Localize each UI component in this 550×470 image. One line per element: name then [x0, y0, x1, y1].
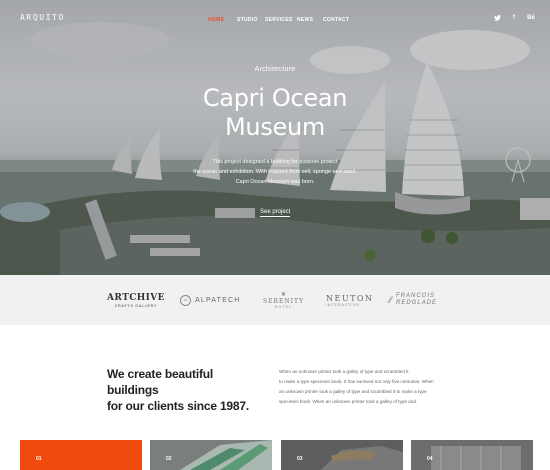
card-image	[150, 440, 272, 470]
about-text: When an unknown printer took a galley of…	[279, 367, 449, 407]
hero-description-line: the ocean and exhibition. With inspired …	[193, 169, 357, 175]
card-number: 02	[166, 456, 172, 462]
about-heading-line: We create beautiful buildings	[107, 367, 214, 397]
service-card-02[interactable]: 02	[150, 440, 272, 470]
about-text-line: specimen book. When an unknown printer t…	[279, 399, 418, 404]
card-number: 04	[427, 456, 433, 462]
about-text-line: to make a type specimen book. It has sur…	[279, 379, 434, 384]
hero-description-line: This project designed a building for pur…	[212, 159, 338, 165]
see-project-link[interactable]: See project	[260, 209, 291, 217]
hero-title: Capri Ocean Museum	[0, 84, 550, 142]
twitter-icon[interactable]	[493, 15, 501, 23]
client-logo-name: ALPATECH	[195, 296, 241, 304]
brand-logo[interactable]: ARQUITO	[20, 13, 65, 22]
client-logo-name: NEUTON	[326, 293, 374, 303]
nav-item-services[interactable]: SERVICES	[265, 17, 297, 23]
about-heading: We create beautiful buildings for our cl…	[107, 366, 267, 414]
nav-item-contact[interactable]: CONTACT	[323, 17, 353, 23]
client-logo-subtitle: INTERACTIVE	[326, 302, 361, 307]
client-logo-francois-redglade[interactable]: ⁄⁄ FRANCOIS REDGLADE	[389, 275, 437, 325]
hero-title-line: Museum	[225, 113, 325, 141]
service-card-03[interactable]: 03	[281, 440, 403, 470]
client-logo-name: FRANCOIS REDGLADE	[396, 293, 437, 307]
social-links: f Bē	[493, 15, 535, 23]
nav-item-news[interactable]: NEWS	[297, 17, 323, 23]
client-logo-name: SERENITY	[263, 297, 304, 305]
card-number: 01	[36, 456, 42, 462]
hero-description-line: Capri Ocean Museum was born.	[235, 179, 315, 185]
about-text-line: When an unknown printer took a galley of…	[279, 369, 409, 374]
client-logo-subtitle: CRAFTS GALLERY	[114, 303, 158, 308]
behance-icon[interactable]: Bē	[527, 15, 535, 23]
card-number: 03	[297, 456, 303, 462]
redglade-mark-icon: ⁄⁄	[389, 295, 393, 305]
nav-item-studio[interactable]: STUDIO	[237, 17, 265, 23]
client-logo-subtitle: HOTEL	[274, 304, 293, 309]
client-logo-serenity[interactable]: ❦ SERENITY HOTEL	[263, 275, 304, 325]
hero-description: This project designed a building for pur…	[175, 157, 375, 187]
client-logo-neuton[interactable]: NEUTON INTERACTIVE	[326, 275, 373, 325]
client-logo-alpatech[interactable]: AT ALPATECH	[180, 275, 241, 325]
nav-item-home[interactable]: HOME	[208, 17, 237, 23]
client-logo-name: ARTCHIVE	[107, 292, 165, 303]
about-text-line: an unknown printer took a galley of type…	[279, 389, 427, 394]
client-logo-name-line: FRANCOIS	[396, 293, 436, 299]
client-logo-name-line: REDGLADE	[396, 300, 438, 306]
card-image	[281, 440, 403, 470]
client-logo-artchive[interactable]: ARTCHIVE CRAFTS GALLERY	[107, 275, 165, 325]
card-image	[411, 440, 533, 470]
service-card-04[interactable]: 04	[411, 440, 533, 470]
service-card-01[interactable]: 01	[20, 440, 142, 470]
client-logos-bar: ARTCHIVE CRAFTS GALLERY AT ALPATECH ❦ SE…	[0, 275, 550, 325]
alpatech-badge-icon: AT	[180, 294, 191, 306]
hero-category: Architecture	[254, 66, 296, 73]
about-heading-line: for our clients since 1987.	[107, 399, 249, 413]
hero-title-line: Capri Ocean	[202, 84, 348, 112]
facebook-icon[interactable]: f	[510, 15, 518, 23]
hero-section: ARQUITO HOME STUDIO SERVICES NEWS CONTAC…	[0, 0, 550, 275]
main-nav: HOME STUDIO SERVICES NEWS CONTACT	[208, 17, 353, 23]
